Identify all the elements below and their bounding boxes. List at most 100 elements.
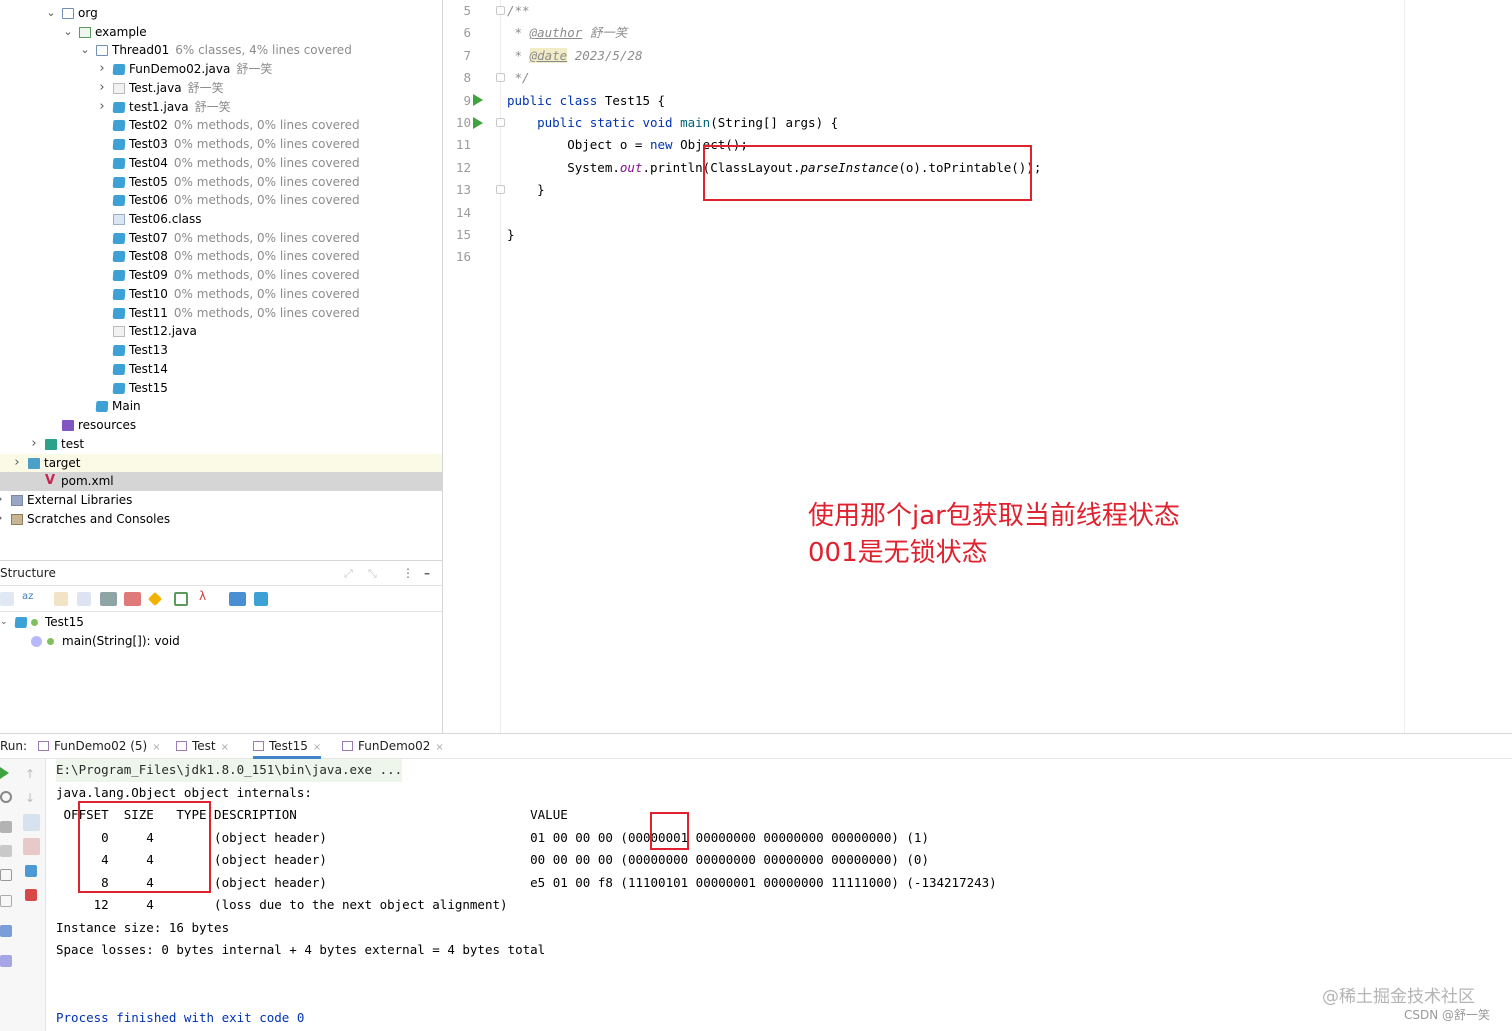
tree-item-coverage: 6% classes, 4% lines covered	[175, 43, 352, 58]
java-class-icon	[112, 288, 126, 300]
show-properties-icon[interactable]	[147, 591, 163, 607]
tree-item-coverage: 0% methods, 0% lines covered	[173, 174, 360, 189]
show-anonymous-icon[interactable]	[174, 592, 188, 606]
chevron-down-icon[interactable]: ⌄	[0, 613, 8, 632]
tree-item[interactable]: Test11 0% methods, 0% lines covered	[0, 304, 442, 323]
run-class-icon[interactable]	[473, 117, 483, 129]
tree-item-name: Test15	[129, 380, 168, 395]
run-tab-label: FunDemo02	[358, 739, 431, 753]
tree-item[interactable]: › target	[0, 453, 442, 473]
tree-item[interactable]: Main	[0, 397, 442, 416]
show-inherited-icon[interactable]	[54, 592, 68, 606]
chevron-right-icon[interactable]: ›	[97, 79, 107, 98]
tree-item[interactable]: Test08 0% methods, 0% lines covered	[0, 247, 442, 266]
exit-icon[interactable]	[0, 895, 12, 907]
show-fields-icon[interactable]	[100, 592, 117, 606]
screenshot-icon[interactable]	[0, 869, 12, 881]
tree-item[interactable]: Test02 0% methods, 0% lines covered	[0, 116, 442, 135]
clear-all-icon[interactable]	[25, 889, 37, 901]
tree-item[interactable]: Test12.java	[0, 322, 442, 341]
tree-item[interactable]: Test07 0% methods, 0% lines covered	[0, 229, 442, 248]
code-line-12: System.out.println(ClassLayout.parseInst…	[507, 159, 1042, 175]
chevron-right-icon[interactable]: ›	[97, 98, 107, 117]
tree-item[interactable]: › Scratches and Consoles	[0, 510, 442, 529]
tree-item[interactable]: Test05 0% methods, 0% lines covered	[0, 173, 442, 192]
sort-by-visibility-icon[interactable]	[0, 592, 14, 606]
close-icon[interactable]: ×	[313, 742, 321, 753]
tree-item[interactable]: Test15	[0, 379, 442, 398]
fold-marker-icon[interactable]	[496, 6, 505, 15]
tree-item[interactable]: › FunDemo02.java 舒一笑	[0, 60, 442, 79]
run-tab[interactable]: Test15 ×	[253, 734, 322, 759]
tree-item[interactable]: ⌄ Thread01 6% classes, 4% lines covered	[0, 41, 442, 60]
collapse-icon[interactable]: ⤡	[368, 561, 377, 586]
scroll-to-end-icon[interactable]	[23, 838, 40, 855]
code-line-5: /**	[507, 3, 530, 18]
console-line: 4 4 (object header) 00 00 00 00 (0000000…	[56, 852, 929, 868]
chevron-right-icon[interactable]: ›	[0, 491, 5, 510]
autoscroll-to-source-icon[interactable]	[229, 592, 246, 606]
tree-item[interactable]: Test09 0% methods, 0% lines covered	[0, 266, 442, 285]
tree-item-coverage: 舒一笑	[187, 80, 224, 95]
pin-icon[interactable]	[0, 955, 12, 967]
group-methods-icon[interactable]	[77, 592, 91, 606]
close-icon[interactable]: ×	[152, 742, 160, 753]
tree-item[interactable]: ⌄ org	[0, 4, 442, 23]
run-tab[interactable]: FunDemo02 (5) ×	[38, 734, 161, 759]
scroll-down-icon[interactable]: ↓	[25, 791, 37, 805]
fold-marker-icon[interactable]	[496, 185, 505, 194]
tree-item[interactable]: › test1.java 舒一笑	[0, 98, 442, 117]
show-lambdas-icon[interactable]: λ	[199, 589, 213, 603]
run-tab[interactable]: Test ×	[176, 734, 229, 759]
chevron-down-icon[interactable]: ⌄	[46, 4, 56, 23]
tree-item[interactable]: › test	[0, 435, 442, 454]
tree-item-name: Test08	[129, 249, 168, 264]
tree-item[interactable]: Test14	[0, 360, 442, 379]
run-console-output[interactable]: E:\Program_Files\jdk1.8.0_151\bin\java.e…	[46, 759, 1512, 1031]
line-number: 9	[463, 92, 471, 108]
fold-marker-icon[interactable]	[496, 73, 505, 82]
more-options-icon[interactable]: ⋮	[402, 561, 414, 586]
autoscroll-from-source-icon[interactable]	[254, 592, 268, 606]
settings-icon[interactable]	[0, 791, 12, 803]
tree-item-name: Main	[112, 399, 141, 414]
chevron-right-icon[interactable]: ›	[97, 60, 107, 79]
line-number: 12	[455, 159, 471, 175]
run-main-icon[interactable]	[473, 94, 483, 106]
rerun-icon[interactable]	[0, 767, 9, 779]
console-line: 0 4 (object header) 01 00 00 00 (0000000…	[56, 829, 929, 845]
close-icon[interactable]: ×	[435, 742, 443, 753]
print-icon[interactable]	[25, 865, 37, 877]
tree-item[interactable]: Test13	[0, 341, 442, 360]
tree-item[interactable]: Test04 0% methods, 0% lines covered	[0, 154, 442, 173]
close-icon[interactable]: ×	[221, 742, 229, 753]
show-non-public-icon[interactable]	[124, 592, 141, 606]
soft-wrap-icon[interactable]	[23, 814, 40, 831]
code-editor[interactable]: /** * @author 舒一笑 * @date 2023/5/28 */ p…	[501, 0, 1512, 733]
tree-item[interactable]: › External Libraries	[0, 491, 442, 510]
sort-alphabetically-icon[interactable]: az	[22, 591, 36, 605]
tree-item[interactable]: Test03 0% methods, 0% lines covered	[0, 135, 442, 154]
tree-item[interactable]: Test10 0% methods, 0% lines covered	[0, 285, 442, 304]
scroll-up-icon[interactable]: ↑	[25, 767, 37, 781]
tree-item[interactable]: Vpom.xml	[0, 472, 442, 491]
chevron-down-icon[interactable]: ⌄	[63, 23, 73, 42]
tree-item[interactable]: Test06.class	[0, 210, 442, 229]
watermark-juejin: @稀土掘金技术社区	[1322, 987, 1475, 1007]
tree-item[interactable]: ⌄ example	[0, 23, 442, 42]
hide-panel-icon[interactable]: –	[424, 561, 430, 586]
tree-item-name: Test09	[129, 268, 168, 283]
chevron-right-icon[interactable]: ›	[0, 510, 5, 529]
expand-icon[interactable]: ⤢	[344, 561, 353, 586]
tree-item[interactable]: resources	[0, 416, 442, 435]
chevron-right-icon[interactable]: ›	[12, 454, 22, 473]
chevron-right-icon[interactable]: ›	[29, 435, 39, 454]
stop-icon[interactable]	[0, 821, 12, 833]
run-tab[interactable]: FunDemo02 ×	[342, 734, 444, 759]
layout-icon[interactable]	[0, 925, 12, 937]
chevron-down-icon[interactable]: ⌄	[80, 41, 90, 60]
tree-item[interactable]: Test06 0% methods, 0% lines covered	[0, 191, 442, 210]
fold-marker-icon[interactable]	[496, 118, 505, 127]
restore-layout-icon[interactable]	[0, 845, 12, 857]
tree-item[interactable]: › Test.java 舒一笑	[0, 79, 442, 98]
